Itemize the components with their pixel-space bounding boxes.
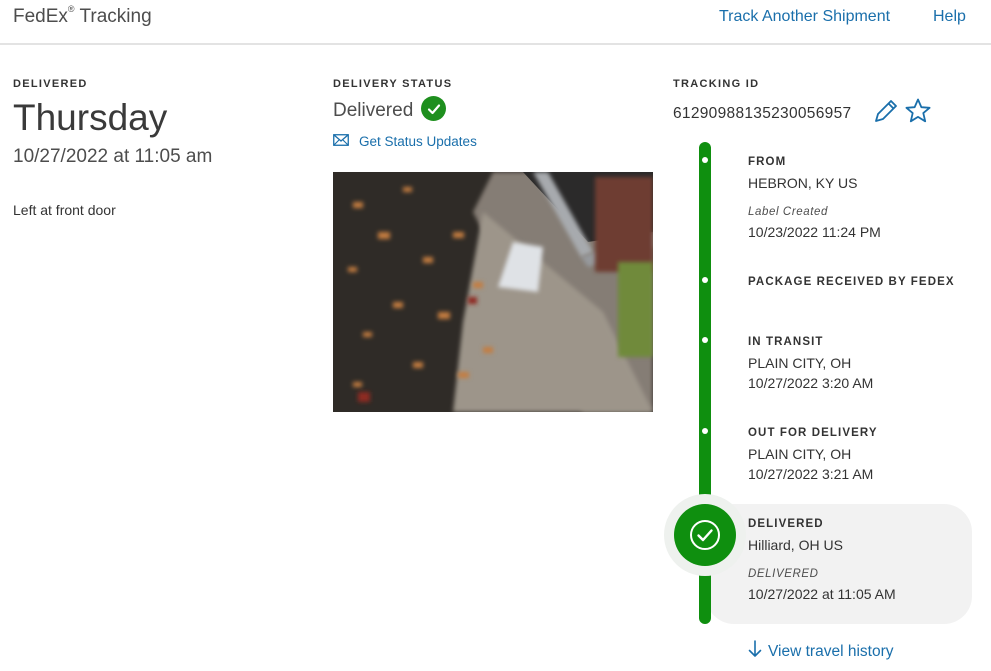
timeline-dot — [702, 428, 708, 434]
timeline-dot — [702, 157, 708, 163]
star-icon[interactable] — [904, 97, 932, 130]
event-from-datetime: 10/23/2022 11:24 PM — [748, 224, 881, 240]
event-from-status: Label Created — [748, 206, 829, 218]
event-from-title: FROM — [748, 156, 787, 168]
proof-of-delivery-photo[interactable] — [333, 172, 653, 412]
timeline-dot — [702, 277, 708, 283]
delivery-status-value: Delivered — [333, 100, 414, 121]
event-from-location: HEBRON, KY US — [748, 175, 858, 191]
track-another-shipment-link[interactable]: Track Another Shipment — [719, 8, 890, 26]
brand-mark: ® — [67, 4, 75, 14]
view-travel-history-label: View travel history — [768, 642, 894, 660]
timeline-dot — [702, 337, 708, 343]
event-received-title: PACKAGE RECEIVED BY FEDEX — [748, 276, 955, 288]
help-link[interactable]: Help — [933, 8, 966, 26]
get-status-updates-link[interactable]: Get Status Updates — [333, 134, 477, 149]
check-circle-icon — [421, 96, 446, 121]
event-transit-location: PLAIN CITY, OH — [748, 355, 852, 371]
delivery-status-label: DELIVERY STATUS — [333, 78, 453, 90]
event-out-datetime: 10/27/2022 3:21 AM — [748, 466, 874, 482]
brand-suffix: Tracking — [79, 6, 152, 27]
pencil-icon[interactable] — [872, 97, 900, 130]
event-delivered-location: Hilliard, OH US — [748, 537, 843, 553]
delivery-datetime: 10/27/2022 at 11:05 am — [13, 146, 213, 167]
delivery-note: Left at front door — [13, 202, 116, 218]
event-transit-title: IN TRANSIT — [748, 336, 824, 348]
event-transit-datetime: 10/27/2022 3:20 AM — [748, 375, 874, 391]
delivered-event-card — [706, 504, 972, 624]
brand-name: FedEx — [13, 6, 68, 27]
delivered-check-icon — [674, 504, 736, 566]
tracking-actions — [872, 97, 932, 130]
tracking-number: 612909881352300569​57 — [673, 105, 852, 122]
delivered-label: DELIVERED — [13, 78, 88, 90]
delivery-day: Thursday — [13, 97, 168, 138]
tracking-id-label: TRACKING ID — [673, 78, 760, 90]
event-delivered-datetime: 10/27/2022 at 11:05 AM — [748, 586, 896, 602]
top-header: FedEx® Tracking Track Another Shipment H… — [0, 0, 991, 45]
event-delivered-title: DELIVERED — [748, 518, 824, 530]
event-out-title: OUT FOR DELIVERY — [748, 427, 878, 439]
event-delivered-status: DELIVERED — [748, 568, 819, 580]
brand-logo[interactable]: FedEx® Tracking — [13, 4, 152, 28]
envelope-icon — [333, 134, 349, 149]
event-out-location: PLAIN CITY, OH — [748, 446, 852, 462]
view-travel-history-link[interactable]: View travel history — [748, 640, 893, 663]
get-status-updates-label: Get Status Updates — [359, 134, 477, 149]
arrow-down-icon — [748, 640, 762, 663]
